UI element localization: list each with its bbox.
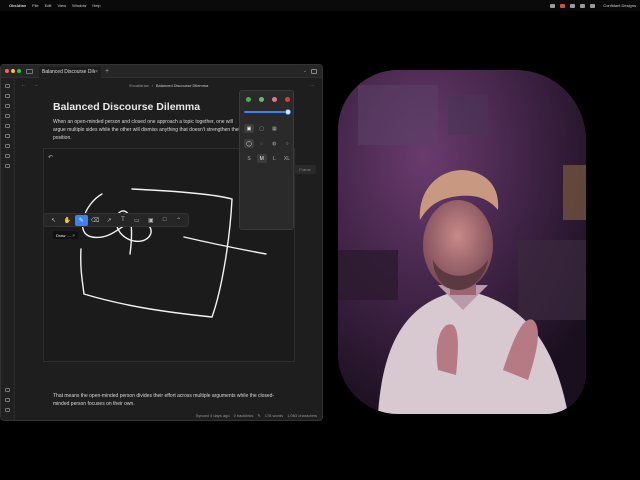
window-controls (5, 69, 21, 73)
search-icon[interactable] (590, 3, 596, 8)
breadcrumb: Excalidraw / Balanced Discourse Dilemma (129, 83, 208, 88)
note-tool-icon[interactable]: ▭ (130, 215, 143, 226)
character-count: 1,063 characters (287, 412, 317, 418)
template-icon[interactable] (5, 144, 10, 148)
size-l-option[interactable]: L (269, 154, 279, 163)
breadcrumb-separator: / (151, 82, 153, 88)
fill-blank (282, 124, 292, 133)
draw-tool-icon[interactable]: ✎ (74, 214, 88, 226)
sync-status[interactable]: Synced 4 days ago (196, 413, 230, 418)
canvas-icon[interactable] (5, 124, 10, 128)
style-panel: ▣ ▢ ▦ ◯ ◌ ◍ ○ S M L XL (239, 90, 294, 230)
intro-paragraph: When an open-minded person and closed on… (53, 119, 242, 141)
menu-bar: Obsidian File Edit View Window Help Conf… (0, 0, 640, 11)
eraser-tool-icon[interactable]: ⌫ (89, 215, 102, 226)
tab-title: Balanced Discourse Dilemma (42, 69, 95, 75)
menu-app[interactable]: Obsidian (9, 3, 26, 8)
color-swatch-red[interactable] (285, 97, 290, 102)
record-icon[interactable] (560, 3, 566, 8)
menu-edit[interactable]: Edit (45, 3, 52, 8)
closing-paragraph: That means the open-minded person divide… (53, 393, 275, 407)
menubar-clock[interactable]: Confidant Designs (603, 3, 636, 8)
close-icon[interactable]: × (95, 69, 98, 75)
new-tab-button[interactable]: + (105, 68, 109, 75)
right-sidebar-toggle-icon[interactable] (311, 68, 317, 74)
size-row: S M L XL (244, 154, 292, 163)
webcam-overlay (338, 70, 586, 414)
fill-semi-option[interactable]: ▢ (257, 124, 267, 133)
help-icon[interactable] (5, 388, 10, 392)
dash-draw-option[interactable]: ◯ (244, 139, 254, 148)
sidebar-toggle-icon[interactable] (26, 68, 33, 74)
fill-none-option[interactable]: ▣ (244, 124, 254, 133)
menu-view[interactable]: View (57, 3, 66, 8)
arrow-tool-icon[interactable]: ↗ (103, 215, 116, 226)
dash-dotted-option[interactable]: ◍ (269, 139, 279, 148)
image-tool-icon[interactable]: ▣ (144, 215, 157, 226)
color-swatch-green[interactable] (246, 97, 251, 102)
color-swatch-pink[interactable] (272, 97, 277, 102)
title-bar: Balanced Discourse Dilemma × + ⌄ (1, 65, 322, 78)
backlinks-count[interactable]: 0 backlinks (234, 413, 254, 418)
battery-icon[interactable] (580, 3, 586, 8)
fill-solid-option[interactable]: ▦ (269, 124, 279, 133)
dash-solid-option[interactable]: ○ (282, 139, 292, 148)
more-options-icon[interactable]: ⋯ (310, 83, 316, 88)
color-swatch-light-green[interactable] (259, 97, 264, 102)
nav-arrows[interactable]: ← → (21, 82, 41, 88)
rectangle-tool-icon[interactable]: □ (158, 215, 171, 226)
line-stroke (183, 236, 267, 255)
tooltip-shortcut: — P (67, 232, 76, 238)
select-tool-icon[interactable]: ↖ (47, 215, 60, 226)
left-ribbon (1, 78, 15, 420)
word-count: 178 words (264, 412, 284, 418)
tool-tooltip: Draw — P (53, 231, 79, 239)
status-bar: Synced 4 days ago 0 backlinks ✎ 178 word… (1, 410, 322, 420)
dash-row: ◯ ◌ ◍ ○ (244, 139, 292, 148)
frame-label[interactable]: Frame (294, 165, 316, 174)
graph-icon[interactable] (5, 114, 10, 118)
text-tool-icon[interactable]: T (117, 215, 130, 226)
breadcrumb-note[interactable]: Balanced Discourse Dilemma (156, 83, 208, 88)
vault-icon[interactable] (5, 398, 10, 402)
tooltip-label: Draw (56, 232, 66, 238)
size-xl-option[interactable]: XL (282, 154, 292, 163)
box-stroke (80, 188, 233, 318)
presenter-image (338, 70, 586, 414)
size-m-option[interactable]: M (256, 154, 267, 163)
status-icon[interactable] (550, 3, 556, 8)
zoom-window-button[interactable] (17, 69, 21, 73)
bookmark-icon[interactable] (5, 104, 10, 108)
calendar-icon[interactable] (5, 134, 10, 138)
chevron-down-icon[interactable]: ⌄ (303, 68, 307, 74)
minimize-window-button[interactable] (11, 69, 15, 73)
fill-row: ▣ ▢ ▦ (244, 124, 292, 133)
app-window: Balanced Discourse Dilemma × + ⌄ ← → Exc… (0, 64, 323, 421)
files-icon[interactable] (5, 84, 10, 88)
drawing-toolbar: ↖ ✋ ✎ ⌫ ↗ T ▭ ▣ □ ⌃ (43, 213, 189, 227)
page-title: Balanced Discourse Dilemma (53, 101, 201, 113)
dash-dashed-option[interactable]: ◌ (257, 139, 267, 148)
close-window-button[interactable] (5, 69, 9, 73)
menu-file[interactable]: File (32, 3, 38, 8)
terminal-icon[interactable] (5, 154, 10, 158)
more-tools-icon[interactable]: ⌃ (172, 215, 185, 226)
breadcrumb-folder[interactable]: Excalidraw (129, 83, 148, 88)
opacity-slider-thumb[interactable] (285, 109, 291, 115)
menu-window[interactable]: Window (72, 3, 86, 8)
size-s-option[interactable]: S (244, 154, 254, 163)
search-icon[interactable] (5, 94, 10, 98)
excalidraw-icon[interactable] (5, 164, 10, 168)
tab-balanced-discourse-dilemma[interactable]: Balanced Discourse Dilemma × (39, 66, 101, 78)
hand-tool-icon[interactable]: ✋ (61, 215, 74, 226)
edit-icon[interactable]: ✎ (257, 413, 260, 418)
opacity-slider[interactable] (244, 111, 289, 113)
wifi-icon[interactable] (570, 3, 576, 8)
menu-help[interactable]: Help (92, 3, 100, 8)
